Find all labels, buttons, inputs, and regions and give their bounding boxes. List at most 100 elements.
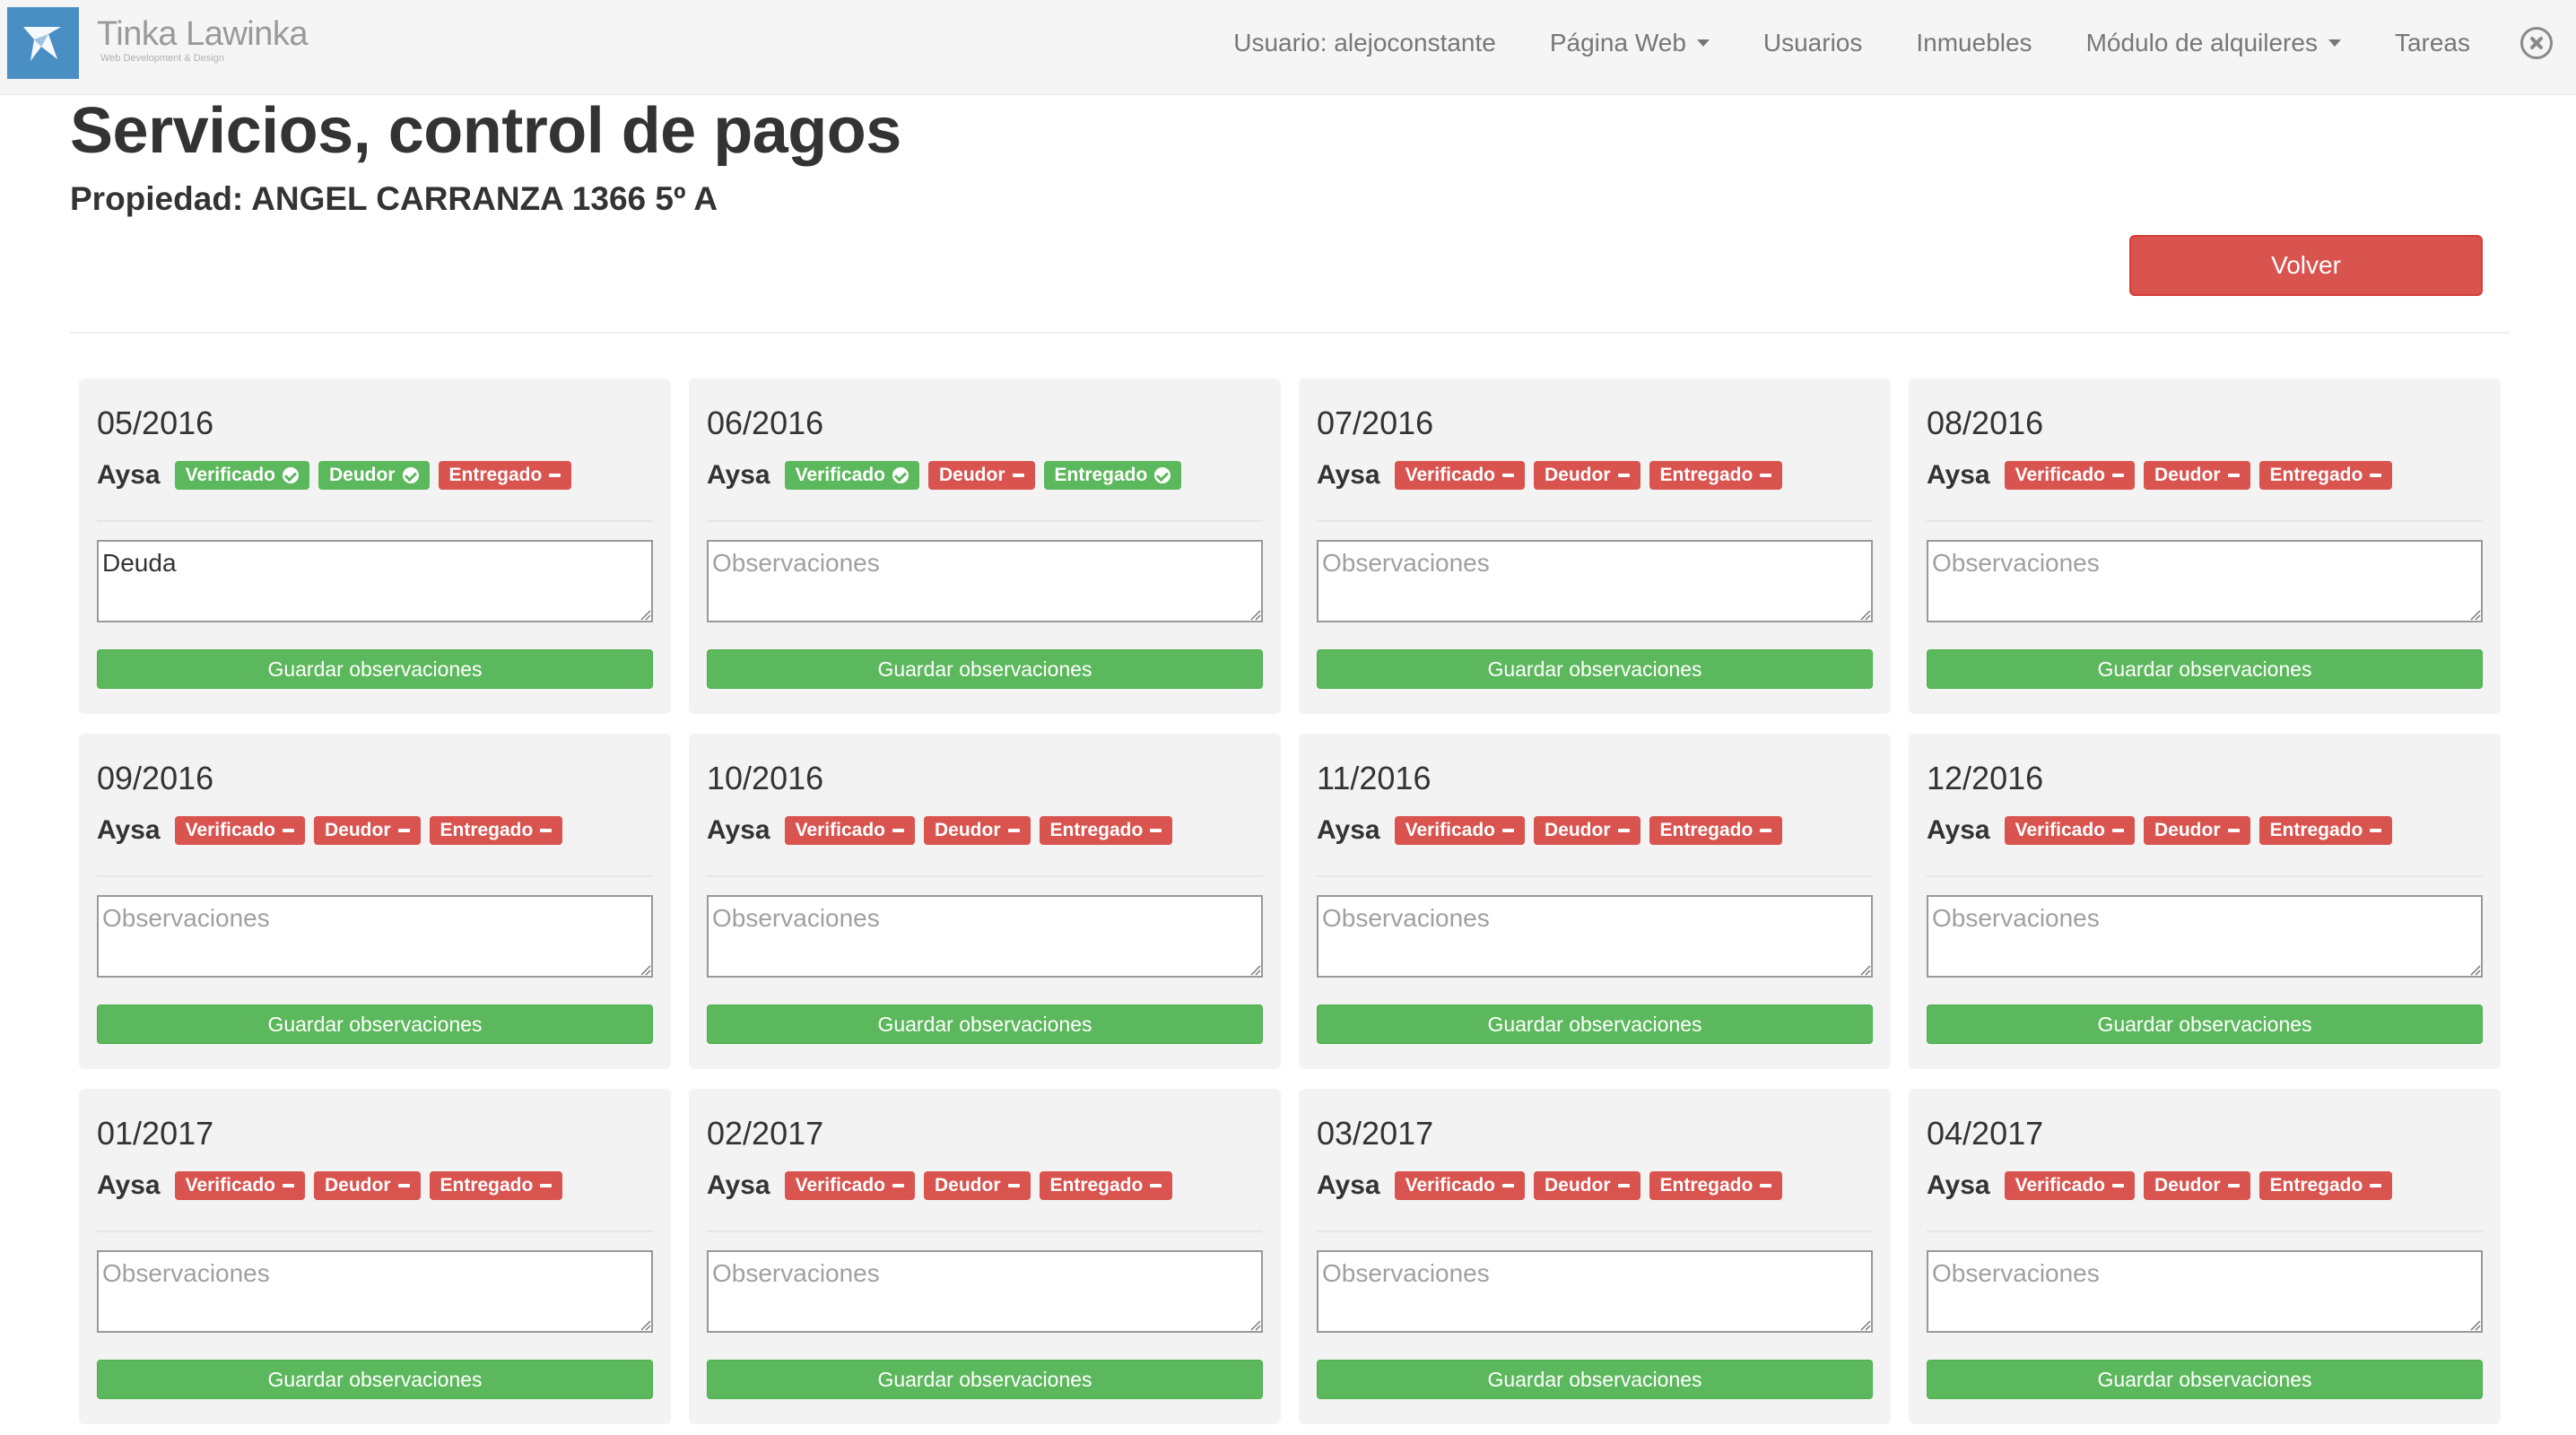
entregado-badge[interactable]: Entregado [438, 461, 572, 490]
service-row: Aysa Verificado Deudor Entregado [1927, 814, 2401, 847]
observaciones-textarea[interactable] [97, 540, 653, 622]
verificado-badge[interactable]: Verificado [174, 1171, 305, 1200]
save-observaciones-button[interactable]: Guardar observaciones [97, 649, 653, 689]
entregado-badge[interactable]: Entregado [1649, 1171, 1783, 1200]
period-card: 12/2016 Aysa Verificado Deudor Entregado Guar… [1909, 734, 2501, 1069]
deudor-badge[interactable]: Deudor [1534, 816, 1640, 845]
verificado-badge[interactable]: Verificado [2004, 461, 2135, 490]
nav-pagina-web[interactable]: Página Web [1550, 29, 1710, 57]
verificado-badge-label: Verificado [185, 1175, 275, 1196]
observaciones-textarea[interactable] [1317, 895, 1873, 978]
verificado-badge[interactable]: Verificado [2004, 816, 2135, 845]
minus-icon [1617, 1184, 1630, 1187]
minus-icon [1760, 829, 1772, 832]
deudor-badge[interactable]: Deudor [1534, 1171, 1640, 1200]
minus-icon [540, 1184, 553, 1187]
save-observaciones-button[interactable]: Guardar observaciones [97, 1360, 653, 1399]
deudor-badge-label: Deudor [935, 820, 1001, 840]
deudor-badge[interactable]: Deudor [924, 816, 1031, 845]
minus-icon [2370, 829, 2382, 832]
minus-icon [1760, 474, 1772, 477]
observaciones-textarea[interactable] [97, 1250, 653, 1333]
entregado-badge-label: Entregado [2269, 465, 2363, 485]
deudor-badge[interactable]: Deudor [2144, 816, 2250, 845]
verificado-badge[interactable]: Verificado [784, 461, 919, 490]
card-divider [1317, 875, 1873, 877]
verificado-badge[interactable]: Verificado [1394, 461, 1525, 490]
save-observaciones-button[interactable]: Guardar observaciones [707, 1360, 1263, 1399]
entregado-badge[interactable]: Entregado [2258, 816, 2393, 845]
period-card: 10/2016 Aysa Verificado Deudor Entregado Guar… [689, 734, 1281, 1069]
entregado-badge[interactable]: Entregado [2258, 461, 2393, 490]
entregado-badge-label: Entregado [1659, 465, 1754, 485]
observaciones-textarea[interactable] [97, 895, 653, 978]
save-observaciones-button[interactable]: Guardar observaciones [97, 1004, 653, 1044]
periods-grid: 05/2016 Aysa Verificado Deudor Entregado Guar… [79, 378, 2502, 1424]
entregado-badge[interactable]: Entregado [1649, 816, 1783, 845]
period-month: 08/2016 [1927, 404, 2044, 441]
logout-close-icon[interactable] [2520, 27, 2553, 59]
entregado-badge[interactable]: Entregado [429, 1171, 563, 1200]
deudor-badge[interactable]: Deudor [314, 816, 421, 845]
observaciones-textarea[interactable] [707, 1250, 1263, 1333]
minus-icon [1502, 1184, 1514, 1187]
nav-tareas[interactable]: Tareas [2395, 29, 2470, 57]
observaciones-textarea[interactable] [707, 895, 1263, 978]
deudor-badge[interactable]: Deudor [314, 1171, 421, 1200]
save-observaciones-button[interactable]: Guardar observaciones [1317, 1360, 1873, 1399]
period-month: 04/2017 [1927, 1115, 2044, 1152]
deudor-badge[interactable]: Deudor [2144, 461, 2250, 490]
entregado-badge[interactable]: Entregado [1649, 461, 1783, 490]
service-name: Aysa [1927, 1170, 1990, 1200]
deudor-badge-label: Deudor [1545, 1175, 1611, 1196]
observaciones-textarea[interactable] [1927, 1250, 2483, 1333]
deudor-badge[interactable]: Deudor [928, 461, 1035, 490]
minus-icon [1150, 829, 1162, 832]
navbar: Tinka Lawinka Web Development & Design U… [0, 0, 2576, 95]
back-button[interactable]: Volver [2129, 235, 2483, 296]
observaciones-textarea[interactable] [707, 540, 1263, 622]
verificado-badge[interactable]: Verificado [174, 461, 309, 490]
save-observaciones-button[interactable]: Guardar observaciones [1927, 649, 2483, 689]
save-observaciones-button[interactable]: Guardar observaciones [1317, 649, 1873, 689]
observaciones-textarea[interactable] [1317, 540, 1873, 622]
nav-modulo-alquileres-label: Módulo de alquileres [2085, 29, 2318, 57]
service-name: Aysa [707, 815, 770, 845]
card-divider [1927, 520, 2483, 522]
verificado-badge[interactable]: Verificado [2004, 1171, 2135, 1200]
deudor-badge[interactable]: Deudor [2144, 1171, 2250, 1200]
observaciones-textarea[interactable] [1927, 540, 2483, 622]
verificado-badge-label: Verificado [2015, 465, 2105, 485]
nav-modulo-alquileres[interactable]: Módulo de alquileres [2086, 29, 2341, 57]
save-observaciones-button[interactable]: Guardar observaciones [707, 649, 1263, 689]
entregado-badge[interactable]: Entregado [1039, 816, 1173, 845]
entregado-badge[interactable]: Entregado [1039, 1171, 1173, 1200]
deudor-badge[interactable]: Deudor [924, 1171, 1031, 1200]
verificado-badge[interactable]: Verificado [784, 816, 915, 845]
entregado-badge-label: Entregado [439, 820, 534, 840]
minus-icon [1007, 829, 1020, 832]
nav-inmuebles[interactable]: Inmuebles [1916, 29, 2032, 57]
save-observaciones-button[interactable]: Guardar observaciones [1927, 1360, 2483, 1399]
verificado-badge[interactable]: Verificado [1394, 1171, 1525, 1200]
entregado-badge[interactable]: Entregado [429, 816, 563, 845]
verificado-badge[interactable]: Verificado [1394, 816, 1525, 845]
save-observaciones-button[interactable]: Guardar observaciones [1927, 1004, 2483, 1044]
observaciones-textarea[interactable] [1927, 895, 2483, 978]
verificado-badge[interactable]: Verificado [174, 816, 305, 845]
card-divider [1317, 1231, 1873, 1232]
service-row: Aysa Verificado Deudor Entregado [1317, 1170, 1791, 1202]
entregado-badge[interactable]: Entregado [1043, 461, 1182, 490]
main-nav: Usuario: alejoconstante Página Web Usuar… [1233, 0, 2576, 86]
deudor-badge[interactable]: Deudor [1534, 461, 1640, 490]
nav-usuarios[interactable]: Usuarios [1763, 29, 1862, 57]
observaciones-textarea[interactable] [1317, 1250, 1873, 1333]
brand[interactable]: Tinka Lawinka Web Development & Design [7, 7, 309, 79]
page-title: Servicios, control de pagos [70, 95, 901, 167]
deudor-badge[interactable]: Deudor [318, 461, 430, 490]
save-observaciones-button[interactable]: Guardar observaciones [707, 1004, 1263, 1044]
nav-user[interactable]: Usuario: alejoconstante [1233, 29, 1496, 57]
verificado-badge[interactable]: Verificado [784, 1171, 915, 1200]
entregado-badge[interactable]: Entregado [2258, 1171, 2393, 1200]
save-observaciones-button[interactable]: Guardar observaciones [1317, 1004, 1873, 1044]
